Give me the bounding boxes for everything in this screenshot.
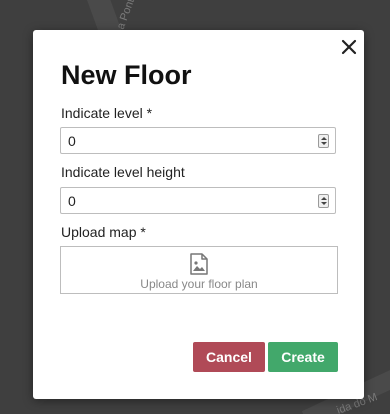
level-height-value: 0 xyxy=(68,193,76,209)
street-label: a Pont xyxy=(114,0,137,31)
cancel-button[interactable]: Cancel xyxy=(193,342,265,372)
image-file-icon xyxy=(190,253,208,275)
upload-placeholder: Upload your floor plan xyxy=(140,277,258,291)
level-value: 0 xyxy=(68,133,76,149)
close-icon xyxy=(341,39,357,55)
close-button[interactable] xyxy=(338,36,360,58)
level-height-label: Indicate level height xyxy=(61,164,185,180)
upload-map-label: Upload map * xyxy=(61,224,146,240)
level-label: Indicate level * xyxy=(61,105,153,121)
new-floor-dialog: New Floor Indicate level * 0 Indicate le… xyxy=(33,30,364,399)
chevron-down-icon xyxy=(321,142,327,145)
dialog-title: New Floor xyxy=(61,60,192,90)
level-input[interactable]: 0 xyxy=(60,127,336,154)
level-height-input[interactable]: 0 xyxy=(60,187,336,214)
chevron-down-icon xyxy=(321,202,327,205)
level-height-spinner[interactable] xyxy=(318,194,329,208)
chevron-up-icon xyxy=(321,197,327,200)
create-button[interactable]: Create xyxy=(268,342,338,372)
upload-floor-plan-dropzone[interactable]: Upload your floor plan xyxy=(60,246,338,294)
chevron-up-icon xyxy=(321,137,327,140)
level-spinner[interactable] xyxy=(318,134,329,148)
